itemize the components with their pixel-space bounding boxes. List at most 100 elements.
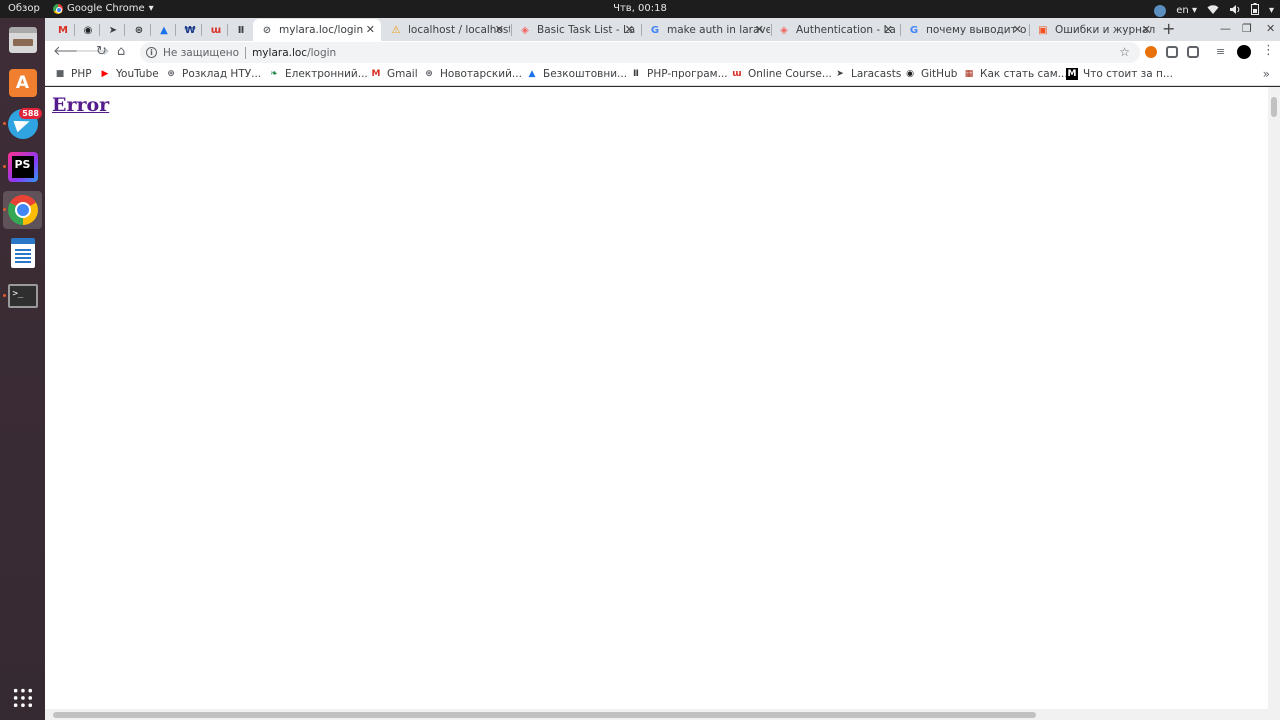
battery-icon[interactable] [1250,3,1259,19]
launcher-terminal[interactable]: >_ [3,277,42,315]
bookmark-kak-stat[interactable]: ▦ Как стать сам... [963,68,1068,80]
clock[interactable]: Чтв, 00:18 [0,3,1280,15]
more-menu-icon[interactable]: ⋮ [1262,44,1275,58]
page-content: Error [45,87,1280,720]
tab-bank[interactable]: ₩ [176,19,201,41]
close-icon[interactable]: ✕ [1013,23,1022,36]
address-bar[interactable]: i Не защищено mylara.loc/login ☆ [140,42,1140,63]
tab-course[interactable]: ▲ [150,19,175,41]
info-icon[interactable]: i [146,47,157,58]
bookmark-youtube[interactable]: ▶ YouTube [99,68,159,80]
bookmark-elektronnyi[interactable]: ❧ Електронний... [268,68,368,80]
close-icon[interactable]: ✕ [625,23,634,36]
launcher-files[interactable] [3,21,42,59]
bookmark-label: Laracasts [851,68,902,80]
document-icon [10,238,35,268]
laravel-icon: ◈ [780,24,788,36]
bookmark-novotarsky[interactable]: ⊛ Новотарский... [423,68,522,80]
person-icon: Ⅱ [237,24,245,36]
launcher-telegram[interactable]: 588 [3,105,42,143]
bookmark-rozklad[interactable]: ⊛ Розклад НТУ... [165,68,261,80]
course-icon: ɯ [210,24,222,36]
phpstorm-glyph: PS [11,156,34,178]
vertical-scrollbar-thumb[interactable] [1271,97,1277,117]
system-tray[interactable]: en ▾ ▾ [1154,3,1274,19]
globe-icon: ⊛ [167,69,175,79]
close-icon[interactable]: ✕ [495,23,504,36]
bookmark-label: Как стать сам... [980,68,1068,80]
close-icon[interactable]: ✕ [366,23,375,36]
home-button[interactable]: ⌂ [117,44,125,60]
shopping-bag-icon: A [8,69,37,97]
tab-laracasts[interactable]: ➤ [99,19,124,41]
tab-phpmyadmin[interactable]: ⚠ localhost / localhost ✕ [382,19,510,41]
bookmark-chto-stoit[interactable]: M Что стоит за п... [1066,68,1173,80]
horizontal-scrollbar-thumb[interactable] [53,712,1036,718]
tab-php-programmer[interactable]: Ⅱ [227,19,252,41]
bookmark-bezkoshtovni[interactable]: ▲ Безкоштовни... [526,68,628,80]
bookmark-php-programmer[interactable]: Ⅱ PHP-програм... [630,68,728,80]
terminal-icon: >_ [7,284,38,308]
bookmark-github[interactable]: ◉ GitHub [904,68,957,80]
security-status[interactable]: Не защищено [163,47,239,59]
bookmarks-bar: ■ PHP ▶ YouTube ⊛ Розклад НТУ... ❧ Елект… [45,64,1280,86]
reload-button[interactable]: ↻ [96,44,107,60]
new-tab-button[interactable]: + [1162,19,1175,39]
tab-google-pochemu[interactable]: G почему выводит о ✕ [900,19,1028,41]
keyboard-layout-indicator[interactable]: en ▾ [1176,5,1197,17]
app-grid-icon [11,687,34,709]
extension-fire-icon[interactable] [1145,46,1157,58]
volume-icon[interactable] [1229,4,1241,19]
horizontal-scrollbar[interactable] [45,709,1280,720]
extension-hex-icon[interactable] [1187,46,1199,58]
notification-icon[interactable] [1154,5,1167,17]
tab-basic-task-list[interactable]: ◈ Basic Task List - La ✕ [511,19,640,41]
bookmark-label: PHP-програм... [647,68,728,80]
wifi-icon[interactable] [1207,4,1219,19]
bookmark-gmail[interactable]: M Gmail [370,68,418,80]
power-menu-icon[interactable]: ▾ [1269,5,1274,17]
url-host: mylara.loc [252,46,308,59]
bookmark-label: PHP [71,68,92,80]
tab-github[interactable]: ◉ [74,19,99,41]
bookmark-php-folder[interactable]: ■ PHP [54,68,92,80]
docs-icon: ▣ [1038,24,1048,36]
launcher-chrome[interactable] [3,191,42,229]
error-heading-link[interactable]: Error [52,94,109,116]
system-top-bar: Обзор Google Chrome ▾ Чтв, 00:18 en ▾ ▾ [0,0,1280,18]
launcher-phpstorm[interactable]: PS [3,148,42,186]
close-icon[interactable]: ✕ [1142,23,1151,36]
vertical-scrollbar[interactable] [1268,87,1280,709]
maximize-button[interactable]: ❐ [1242,22,1252,35]
bookmark-label: Безкоштовни... [543,68,628,80]
minimize-button[interactable]: — [1220,22,1231,35]
bookmark-star-icon[interactable]: ☆ [1119,45,1130,59]
launcher-software-center[interactable]: A [3,64,42,102]
medium-icon: M [1066,68,1078,80]
tab-strip: M ◉ ➤ ⊛ ▲ ₩ ɯ Ⅱ ⊘ mylara.loc/login ✕ ⚠ l… [45,18,1280,41]
tab-authentication[interactable]: ◈ Authentication - La ✕ [770,19,899,41]
tab-gmail[interactable]: M [49,19,73,41]
bookmark-label: Новотарский... [440,68,522,80]
close-icon[interactable]: ✕ [884,23,893,36]
running-indicator [3,165,6,168]
launcher-writer[interactable] [3,234,42,272]
close-icon[interactable]: ✕ [755,23,764,36]
tab-mylara-login[interactable]: ⊘ mylara.loc/login ✕ [253,19,381,41]
extension-hex-icon[interactable] [1166,46,1178,58]
bookmark-label: Електронний... [285,68,368,80]
tab-google-make-auth[interactable]: G make auth in larave ✕ [641,19,770,41]
tab-errors-logs[interactable]: ▣ Ошибки и журнал ✕ [1029,19,1157,41]
bookmark-label: Розклад НТУ... [182,68,262,80]
close-window-button[interactable]: ✕ [1266,22,1275,35]
bookmark-online-courses[interactable]: ɯ Online Course... [731,68,832,80]
chrome-icon [7,195,38,225]
launcher-show-apps[interactable] [3,679,42,717]
avatar[interactable] [1237,45,1251,59]
bookmarks-overflow-button[interactable]: » [1263,67,1270,81]
tab-online-course[interactable]: ɯ [202,19,227,41]
youtube-icon: ▶ [101,69,109,79]
bookmark-laracasts[interactable]: ➤ Laracasts [834,68,901,80]
media-queue-icon[interactable]: ≡ [1216,46,1228,58]
tab-globe[interactable]: ⊛ [125,19,150,41]
